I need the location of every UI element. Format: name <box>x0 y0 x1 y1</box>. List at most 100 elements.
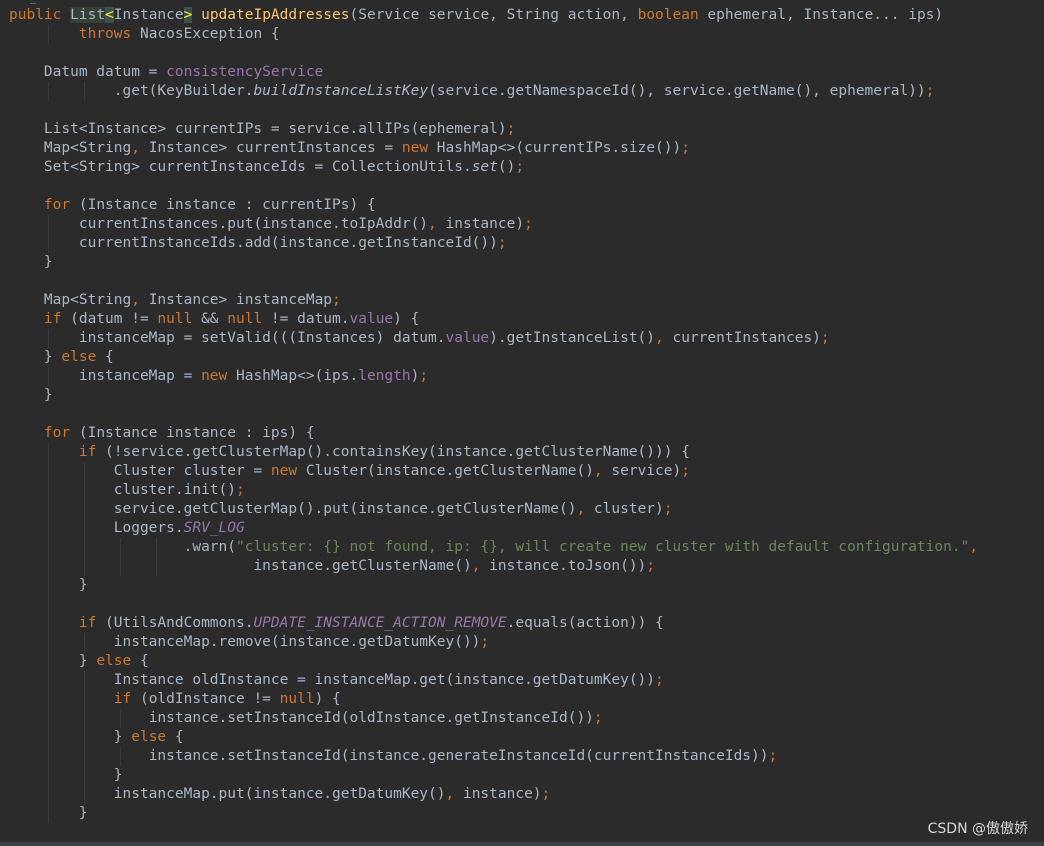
code-token: ; <box>593 710 603 726</box>
code-token: (UtilsAndCommons. <box>96 615 254 631</box>
code-line[interactable]: .warn("cluster: {} not found, ip: {}, wi… <box>9 538 978 557</box>
code-token: UPDATE_INSTANCE_ACTION_REMOVE <box>253 615 507 631</box>
code-token: } <box>43 387 53 403</box>
code-token: ; <box>506 121 516 137</box>
indent-guide <box>156 538 157 576</box>
indent-guide <box>120 709 121 728</box>
code-token: HashMap<>(currentIPs.size()) <box>428 140 682 156</box>
code-token: "cluster: {} not found, ip: {}, will cre… <box>236 539 970 555</box>
code-token: && <box>192 311 228 327</box>
code-token: updateIpAddresses <box>201 7 350 23</box>
code-token: ) { <box>314 691 341 707</box>
code-line[interactable]: instanceMap.remove(instance.getDatumKey(… <box>9 633 489 652</box>
code-line[interactable]: throws NacosException { <box>9 25 280 44</box>
code-token: , <box>593 463 603 479</box>
code-line[interactable]: Instance oldInstance = instanceMap.get(i… <box>9 671 664 690</box>
code-line[interactable]: instance.setInstanceId(oldInstance.getIn… <box>9 709 603 728</box>
code-line[interactable]: } else { <box>9 348 114 367</box>
code-line[interactable]: if (!service.getClusterMap().containsKey… <box>9 443 690 462</box>
code-line[interactable]: for (Instance instance : ips) { <box>9 424 315 443</box>
code-token: else <box>61 349 97 365</box>
code-token: instance.toJson()) <box>480 558 647 574</box>
code-token: cluster) <box>585 501 664 517</box>
code-token: SRV_LOG <box>183 520 245 536</box>
code-line[interactable]: Cluster cluster = new Cluster(instance.g… <box>9 462 690 481</box>
code-token: } <box>43 349 62 365</box>
code-token: Datum datum = <box>43 64 167 80</box>
code-line[interactable]: instance.setInstanceId(instance.generate… <box>9 747 778 766</box>
code-token: instanceMap.remove(instance.getDatumKey(… <box>113 634 481 650</box>
code-line[interactable]: instanceMap.put(instance.getDatumKey(), … <box>9 785 551 804</box>
code-line[interactable]: instanceMap = new HashMap<>(ips.length); <box>9 367 428 386</box>
indent-guide <box>48 329 49 348</box>
code-token: for <box>43 197 71 213</box>
code-token: service) <box>602 463 682 479</box>
code-line[interactable]: } <box>9 386 53 405</box>
code-line[interactable]: instanceMap = setValid(((Instances) datu… <box>9 329 830 348</box>
code-line[interactable]: currentInstanceIds.add(instance.getInsta… <box>9 234 507 253</box>
code-token: ; <box>480 634 490 650</box>
code-line[interactable]: Datum datum = consistencyService <box>9 63 323 82</box>
code-line[interactable]: } <box>9 766 123 785</box>
code-token: ; <box>497 235 507 251</box>
code-token: if <box>113 691 132 707</box>
code-line[interactable]: .get(KeyBuilder.buildInstanceListKey(ser… <box>9 82 935 101</box>
code-token: set <box>471 159 498 175</box>
code-line[interactable]: currentInstances.put(instance.toIpAddr()… <box>9 215 533 234</box>
code-line[interactable]: if (UtilsAndCommons.UPDATE_INSTANCE_ACTI… <box>9 614 664 633</box>
code-line[interactable]: cluster.init(); <box>9 481 245 500</box>
code-token: ; <box>820 330 830 346</box>
code-token: instance.setInstanceId(instance.generate… <box>148 748 769 764</box>
code-line[interactable]: if (oldInstance != null) { <box>9 690 341 709</box>
indent-guide <box>48 82 49 101</box>
code-token: Set<String> currentInstanceIds = Collect… <box>43 159 472 175</box>
code-token: Instance <box>113 7 184 23</box>
code-token: (Instance instance : ips) { <box>70 425 315 441</box>
code-token: Loggers. <box>113 520 184 536</box>
code-token: Instance> currentInstances = <box>139 140 402 156</box>
code-token: instance) <box>454 786 542 802</box>
code-token: ; <box>419 368 429 384</box>
code-line[interactable]: } <box>9 253 53 272</box>
code-token: != datum. <box>262 311 350 327</box>
code-token: value <box>349 311 394 327</box>
code-token: ; <box>235 482 245 498</box>
code-line[interactable]: service.getClusterMap().put(instance.get… <box>9 500 673 519</box>
code-line[interactable]: List<Instance> currentIPs = service.allI… <box>9 120 515 139</box>
code-line[interactable]: Map<String, Instance> instanceMap; <box>9 291 341 310</box>
code-token: else <box>131 729 167 745</box>
code-token: HashMap<>(ips. <box>227 368 359 384</box>
code-line[interactable]: Set<String> currentInstanceIds = Collect… <box>9 158 524 177</box>
code-line[interactable]: Map<String, Instance> currentInstances =… <box>9 139 690 158</box>
code-line[interactable]: instance.getClusterName(), instance.toJs… <box>9 557 655 576</box>
code-line[interactable]: public List<Instance> updateIpAddresses(… <box>9 6 943 25</box>
code-token: ; <box>663 501 673 517</box>
code-line[interactable]: Loggers.SRV_LOG <box>9 519 245 538</box>
code-line[interactable]: } else { <box>9 652 149 671</box>
code-token: service.getClusterMap().put(instance.get… <box>113 501 577 517</box>
code-token: ; <box>925 83 935 99</box>
code-line[interactable]: for (Instance instance : currentIPs) { <box>9 196 376 215</box>
code-token: new <box>270 463 298 479</box>
code-token: } <box>113 767 123 783</box>
code-editor[interactable]: public List<Instance> updateIpAddresses(… <box>0 0 1044 846</box>
code-token: instance.setInstanceId(oldInstance.getIn… <box>148 710 594 726</box>
code-line[interactable]: if (datum != null && null != datum.value… <box>9 310 419 329</box>
code-line[interactable]: } else { <box>9 728 184 747</box>
code-token: { <box>96 349 114 365</box>
indent-guide <box>84 633 85 652</box>
code-token: ; <box>655 672 664 688</box>
code-token: ; <box>332 292 341 308</box>
code-token: ephemeral, Instance... ips) <box>698 7 944 23</box>
code-token: (!service.getClusterMap().containsKey(in… <box>96 444 690 460</box>
